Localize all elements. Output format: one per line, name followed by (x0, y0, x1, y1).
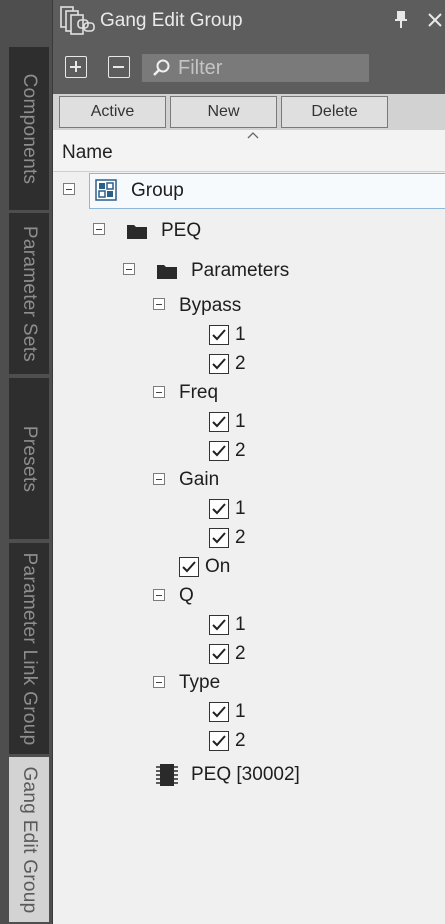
type-collapse-icon[interactable] (153, 676, 165, 688)
add-group-button[interactable] (65, 56, 87, 78)
bypass-ch1-label: 1 (235, 324, 246, 345)
peq-folder-label: PEQ (161, 220, 202, 241)
filter-input[interactable] (178, 56, 363, 80)
filter-box[interactable] (142, 54, 369, 82)
gain-ch2-label: 2 (235, 527, 246, 548)
panel-titlebar[interactable]: Gang Edit Group (53, 0, 445, 42)
on-checkbox[interactable] (179, 557, 199, 577)
panel-title: Gang Edit Group (100, 10, 243, 31)
peq-collapse-icon[interactable] (93, 223, 105, 235)
freq-ch1-label: 1 (235, 411, 246, 432)
folder-icon (157, 265, 177, 279)
gain-ch1-checkbox[interactable] (209, 499, 229, 519)
close-icon[interactable] (427, 12, 443, 28)
freq-ch2-checkbox[interactable] (209, 441, 229, 461)
tab-gang-edit-group[interactable]: Gang Edit Group (9, 757, 49, 922)
tab-gang-edit-group-label: Gang Edit Group (19, 765, 40, 914)
on-label: On (205, 556, 231, 577)
type-ch1-checkbox[interactable] (209, 702, 229, 722)
gain-ch1-label: 1 (235, 498, 246, 519)
gain-collapse-icon[interactable] (153, 473, 165, 485)
group-icon (95, 179, 117, 201)
type-ch2-label: 2 (235, 730, 246, 751)
active-button[interactable]: Active (59, 96, 166, 128)
tab-components[interactable]: Components (9, 47, 49, 210)
search-icon (153, 59, 170, 76)
bypass-ch2-label: 2 (235, 353, 246, 374)
bypass-label: Bypass (179, 295, 242, 316)
delete-button[interactable]: Delete (281, 96, 388, 128)
q-ch2-label: 2 (235, 643, 246, 664)
gain-ch2-checkbox[interactable] (209, 528, 229, 548)
new-button[interactable]: New (170, 96, 277, 128)
gang-edit-group-icon (60, 6, 95, 35)
tab-presets-label: Presets (19, 425, 40, 492)
bypass-ch1-checkbox[interactable] (209, 325, 229, 345)
q-ch2-checkbox[interactable] (209, 644, 229, 664)
q-ch1-label: 1 (235, 614, 246, 635)
component-chip-icon (156, 764, 178, 786)
gang-tree: Group PEQ Parameters Bypass 1 2 Freq 1 2… (53, 172, 445, 924)
bypass-ch2-checkbox[interactable] (209, 354, 229, 374)
type-label: Type (179, 672, 221, 693)
parameters-folder-label: Parameters (191, 260, 290, 281)
type-ch2-checkbox[interactable] (209, 731, 229, 751)
component-label: PEQ [30002] (191, 764, 300, 785)
bypass-collapse-icon[interactable] (153, 298, 165, 310)
column-header[interactable]: Name (53, 130, 445, 172)
group-collapse-icon[interactable] (63, 183, 75, 195)
type-ch1-label: 1 (235, 701, 246, 722)
tab-parameter-sets-label: Parameter Sets (19, 225, 40, 362)
app-root: Components Parameter Sets Presets Parame… (0, 0, 445, 924)
tab-parameter-link-group[interactable]: Parameter Link Group (9, 543, 49, 754)
tab-presets[interactable]: Presets (9, 378, 49, 539)
pin-icon[interactable] (394, 10, 408, 30)
gang-edit-group-panel: Gang Edit Group Active Ne (52, 0, 445, 924)
freq-ch1-checkbox[interactable] (209, 412, 229, 432)
q-collapse-icon[interactable] (153, 589, 165, 601)
freq-label: Freq (179, 382, 219, 403)
column-name-label: Name (62, 142, 113, 163)
group-label: Group (131, 180, 184, 201)
tab-components-label: Components (19, 73, 40, 184)
tab-parameter-sets[interactable]: Parameter Sets (9, 213, 49, 374)
q-label: Q (179, 585, 194, 606)
q-ch1-checkbox[interactable] (209, 615, 229, 635)
freq-ch2-label: 2 (235, 440, 246, 461)
folder-icon (127, 225, 147, 239)
gain-label: Gain (179, 469, 220, 490)
tab-parameter-link-group-label: Parameter Link Group (19, 552, 40, 745)
side-tab-strip: Components Parameter Sets Presets Parame… (0, 0, 52, 924)
sort-ascending-icon (247, 132, 259, 139)
remove-group-button[interactable] (108, 56, 130, 78)
action-button-row: Active New Delete (53, 94, 445, 130)
panel-toolbar (53, 42, 445, 94)
freq-collapse-icon[interactable] (153, 386, 165, 398)
parameters-collapse-icon[interactable] (123, 263, 135, 275)
